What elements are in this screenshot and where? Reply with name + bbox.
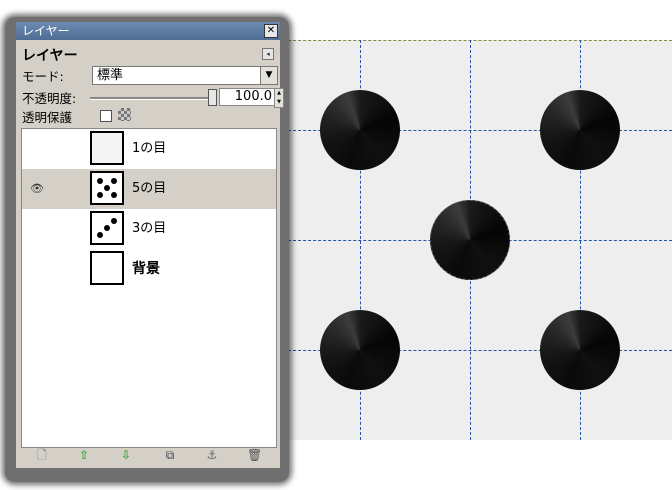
layer-row[interactable]: 背景 xyxy=(22,249,276,289)
dock-title: レイヤー xyxy=(22,24,70,38)
dice-pip xyxy=(540,310,620,390)
lower-layer-icon[interactable]: ⇩ xyxy=(119,448,133,462)
layer-name: 1の目 xyxy=(132,141,167,156)
layer-name: 5の目 xyxy=(132,181,167,196)
close-icon[interactable]: ✕ xyxy=(264,24,278,38)
opacity-spinbox[interactable]: 100.0 xyxy=(219,88,275,106)
layer-thumbnail xyxy=(90,131,124,165)
image-canvas[interactable] xyxy=(268,40,672,440)
dice-pip xyxy=(540,90,620,170)
duplicate-layer-icon[interactable]: ⧉ xyxy=(163,448,177,462)
anchor-layer-icon[interactable]: ⚓ xyxy=(205,448,219,462)
layer-thumbnail xyxy=(90,171,124,205)
delete-layer-icon[interactable]: 🗑 xyxy=(247,448,262,462)
tab-menu-icon[interactable]: ◂ xyxy=(262,48,274,60)
layer-thumbnail xyxy=(90,251,124,285)
lock-alpha-checkbox[interactable] xyxy=(100,110,112,122)
new-layer-icon[interactable]: 🗋 xyxy=(35,448,49,462)
thumb-dot xyxy=(97,192,103,198)
thumb-dot xyxy=(104,225,110,231)
layer-name: 3の目 xyxy=(132,221,167,236)
visibility-toggle[interactable] xyxy=(30,142,46,156)
layer-name: 背景 xyxy=(132,261,160,277)
chevron-down-icon[interactable]: ▼ xyxy=(260,67,277,84)
panel-heading: レイヤー xyxy=(22,48,78,64)
alpha-checker-icon xyxy=(118,108,131,121)
dice-pip-selected xyxy=(430,200,510,280)
opacity-stepper[interactable]: ▲ ▼ xyxy=(274,88,284,108)
thumb-dot xyxy=(111,218,117,224)
thumb-dot xyxy=(97,232,103,238)
lock-alpha-label: 透明保護 xyxy=(22,110,73,125)
raise-layer-icon[interactable]: ⇧ xyxy=(77,448,91,462)
layer-row-active[interactable]: 👁 5の目 xyxy=(22,169,276,209)
layers-panel: レイヤー ◂ モード: 標準 ▼ 不透明度: 100.0 ▲ ▼ 透明保護 1の目… xyxy=(16,40,284,468)
opacity-label: 不透明度: xyxy=(22,91,77,106)
dice-pip xyxy=(320,310,400,390)
thumb-dot xyxy=(111,178,117,184)
visibility-toggle[interactable] xyxy=(30,222,46,236)
mode-value: 標準 xyxy=(97,68,124,83)
visibility-toggle[interactable] xyxy=(30,262,46,276)
layer-row[interactable]: 1の目 xyxy=(22,129,276,169)
eye-icon[interactable]: 👁 xyxy=(30,182,46,196)
layers-toolbar: 🗋 ⇧ ⇩ ⧉ ⚓ 🗑 xyxy=(21,448,275,464)
mode-select[interactable]: 標準 ▼ xyxy=(92,66,278,85)
mode-label: モード: xyxy=(22,69,64,84)
opacity-slider[interactable] xyxy=(90,97,214,100)
layer-row[interactable]: 3の目 xyxy=(22,209,276,249)
thumb-dot xyxy=(97,178,103,184)
dice-pip xyxy=(320,90,400,170)
layer-thumbnail xyxy=(90,211,124,245)
dock-titlebar[interactable]: レイヤー ✕ xyxy=(16,22,280,40)
thumb-dot xyxy=(104,185,110,191)
thumb-dot xyxy=(111,192,117,198)
opacity-slider-handle[interactable] xyxy=(208,89,217,106)
layer-list[interactable]: 1の目 👁 5の目 3の目 背景 xyxy=(21,128,277,448)
